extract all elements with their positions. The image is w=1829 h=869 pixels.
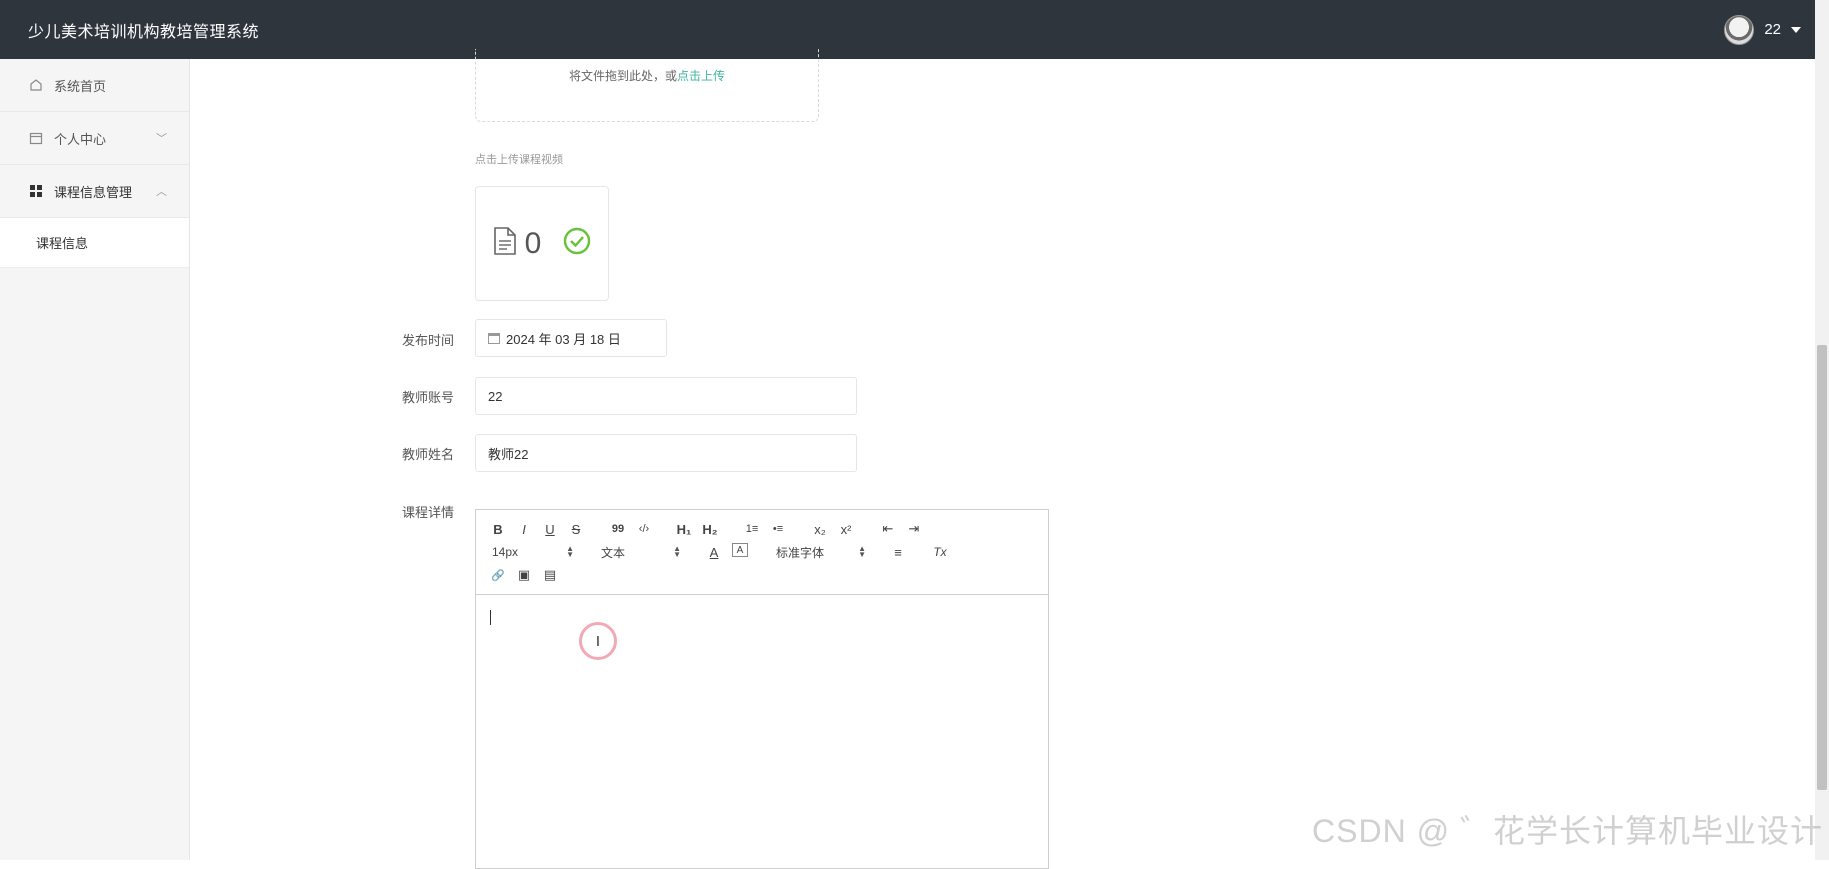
select-arrows-icon: ▲▼ — [566, 546, 574, 558]
calendar-icon — [488, 333, 500, 344]
chevron-down-icon: ﹀ — [156, 130, 167, 146]
subscript-button[interactable]: x₂ — [812, 520, 828, 538]
mouse-cursor-indicator: I — [579, 622, 617, 660]
teacher-name-label: 教师姓名 — [402, 444, 472, 463]
uploaded-file-card[interactable]: 0 — [475, 186, 609, 301]
publish-time-value: 2024 年 03 月 18 日 — [506, 329, 621, 348]
text-caret — [490, 610, 491, 625]
italic-button[interactable]: I — [516, 520, 532, 538]
chevron-up-icon: ︿ — [156, 183, 167, 199]
sidebar-item-home[interactable]: 系统首页 — [0, 59, 189, 112]
text-color-button[interactable]: A — [706, 543, 722, 561]
click-upload-link[interactable]: 点击上传 — [677, 69, 725, 83]
teacher-name-value: 教师22 — [488, 444, 528, 463]
sidebar-item-personal-center[interactable]: 个人中心 ﹀ — [0, 112, 189, 165]
background-color-button[interactable]: A — [732, 543, 748, 557]
sidebar: 系统首页 个人中心 ﹀ 课程信息管理 ︿ 课程信息 — [0, 59, 190, 860]
main-content: 将文件拖到此处，或点击上传 点击上传课程视频 0 发布时间 2024 年 03 … — [190, 59, 1815, 860]
bullet-list-button[interactable]: •≡ — [770, 520, 786, 538]
username[interactable]: 22 — [1764, 21, 1781, 38]
font-size-select[interactable]: 14px ▲▼ — [492, 543, 574, 561]
app-title: 少儿美术培训机构教培管理系统 — [28, 18, 259, 42]
sidebar-subitem-course-info[interactable]: 课程信息 — [0, 218, 189, 268]
video-button[interactable]: ▤ — [542, 566, 558, 584]
publish-time-input[interactable]: 2024 年 03 月 18 日 — [475, 319, 667, 357]
teacher-account-value: 22 — [488, 389, 502, 404]
superscript-button[interactable]: x² — [838, 520, 854, 538]
underline-button[interactable]: U — [542, 520, 558, 538]
sidebar-subitem-label: 课程信息 — [36, 233, 88, 252]
teacher-name-input[interactable]: 教师22 — [475, 434, 857, 472]
check-circle-icon — [563, 227, 591, 260]
blockquote-button[interactable]: 99 — [610, 520, 626, 538]
calendar-icon — [28, 130, 44, 146]
avatar[interactable] — [1724, 15, 1754, 45]
teacher-account-input[interactable]: 22 — [475, 377, 857, 415]
dropzone-text: 将文件拖到此处，或 — [569, 69, 677, 83]
outdent-button[interactable]: ⇤ — [880, 520, 896, 538]
caret-down-icon[interactable] — [1791, 27, 1801, 33]
select-arrows-icon: ▲▼ — [858, 546, 866, 558]
teacher-account-label: 教师账号 — [402, 387, 472, 406]
sidebar-item-label: 个人中心 — [54, 129, 106, 148]
course-details-label: 课程详情 — [402, 502, 472, 521]
publish-time-label: 发布时间 — [402, 330, 472, 349]
sidebar-item-course-management[interactable]: 课程信息管理 ︿ — [0, 165, 189, 218]
watermark: CSDN @ ゛花学长计算机毕业设计 — [1312, 806, 1823, 852]
editor-content-area[interactable]: I — [476, 596, 1048, 868]
header-format-select[interactable]: 文本 ▲▼ — [601, 543, 681, 561]
h2-button[interactable]: H₂ — [702, 520, 718, 538]
link-button[interactable]: 🔗 — [490, 566, 506, 584]
top-header: 少儿美术培训机构教培管理系统 22 — [0, 0, 1815, 59]
rich-text-editor[interactable]: B I U S 99 ‹/› H₁ H₂ 1≡ •≡ x₂ x² ⇤ ⇥ 14p… — [475, 509, 1049, 869]
user-menu[interactable]: 22 — [1724, 0, 1801, 59]
upload-hint: 点击上传课程视频 — [475, 151, 563, 167]
strike-button[interactable]: S — [568, 520, 584, 538]
file-count: 0 — [525, 227, 542, 261]
grid-icon — [28, 183, 44, 199]
font-size-value: 14px — [492, 545, 518, 559]
indent-button[interactable]: ⇥ — [906, 520, 922, 538]
font-family-value: 标准字体 — [776, 544, 824, 561]
sidebar-item-label: 课程信息管理 — [54, 182, 132, 201]
ibeam-cursor-icon: I — [596, 633, 600, 650]
align-button[interactable]: ≡ — [890, 543, 906, 561]
document-icon — [493, 227, 517, 260]
bold-button[interactable]: B — [490, 520, 506, 538]
code-block-button[interactable]: ‹/› — [636, 520, 652, 538]
clear-format-button[interactable]: Tx — [932, 543, 948, 561]
ordered-list-button[interactable]: 1≡ — [744, 520, 760, 538]
upload-dropzone[interactable]: 将文件拖到此处，或点击上传 — [475, 49, 819, 122]
image-button[interactable]: ▣ — [516, 566, 532, 584]
select-arrows-icon: ▲▼ — [673, 546, 681, 558]
sidebar-item-label: 系统首页 — [54, 76, 106, 95]
scrollbar-thumb[interactable] — [1817, 345, 1827, 790]
editor-toolbar: B I U S 99 ‹/› H₁ H₂ 1≡ •≡ x₂ x² ⇤ ⇥ 14p… — [476, 510, 1048, 595]
h1-button[interactable]: H₁ — [676, 520, 692, 538]
header-format-value: 文本 — [601, 544, 625, 561]
font-family-select[interactable]: 标准字体 ▲▼ — [776, 543, 866, 561]
home-icon — [28, 77, 44, 93]
